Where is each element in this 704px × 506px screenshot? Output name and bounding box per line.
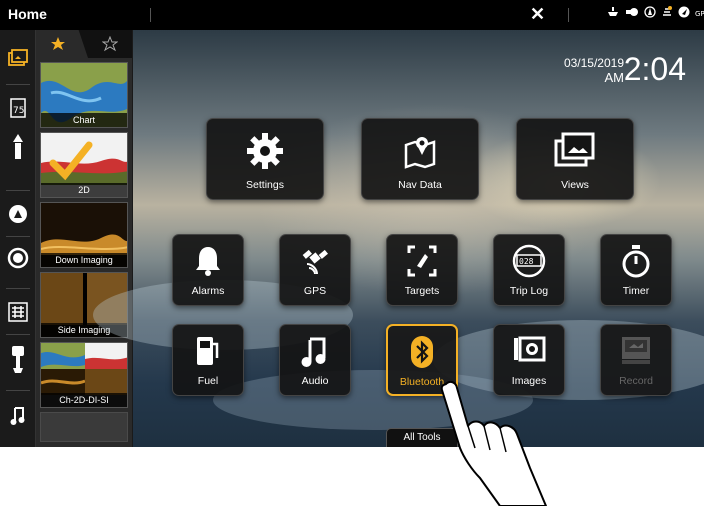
sonar-icon xyxy=(661,6,673,23)
favorite-label: 2D xyxy=(41,183,127,197)
map-pin-icon xyxy=(362,131,478,171)
tile-label: Settings xyxy=(246,179,284,191)
bell-icon xyxy=(173,244,243,278)
alarms-tile[interactable]: Alarms xyxy=(172,234,244,306)
divider xyxy=(150,8,151,22)
favorite-label: Chart xyxy=(41,113,127,127)
settings-tile[interactable]: Settings xyxy=(206,118,324,200)
audio-tile[interactable]: Audio xyxy=(279,324,351,396)
favorite-down-imaging[interactable]: Down Imaging xyxy=(40,202,128,268)
tile-label: GPS xyxy=(303,285,327,297)
favorites-panel: Chart 2D Down Imaging Side Imaging Ch-2D… xyxy=(36,30,132,447)
gear-icon xyxy=(207,131,323,171)
timer-tile[interactable]: Timer xyxy=(600,234,672,306)
gps-tile[interactable]: GPS xyxy=(279,234,351,306)
tab-favorites-1[interactable] xyxy=(36,30,88,58)
divider xyxy=(6,236,30,237)
divider xyxy=(568,8,569,22)
favorite-chart[interactable]: Chart xyxy=(40,62,128,128)
boat-icon xyxy=(606,6,620,23)
status-icons: GPS xyxy=(606,6,704,23)
nav-data-tile[interactable]: Nav Data xyxy=(361,118,479,200)
favorite-label: Down Imaging xyxy=(41,253,127,267)
favorite-empty-slot[interactable] xyxy=(40,412,128,442)
trip-log-tile[interactable]: 028 Trip Log xyxy=(493,234,565,306)
tile-label: Trip Log xyxy=(509,285,549,297)
sailing-icon[interactable] xyxy=(4,200,32,228)
record-screen-icon xyxy=(601,334,671,366)
views-tile[interactable]: Views xyxy=(516,118,634,200)
page-title: Home xyxy=(8,6,47,22)
favorite-combo-view[interactable]: Ch-2D-DI-SI xyxy=(40,342,128,408)
record-circle-icon[interactable] xyxy=(4,244,32,272)
target-boat-icon xyxy=(387,244,457,278)
tile-label: Nav Data xyxy=(398,179,442,191)
views-icon xyxy=(517,131,633,171)
satellite-icon xyxy=(280,244,350,278)
music-note-icon[interactable] xyxy=(4,402,32,430)
radar-icon xyxy=(625,6,639,23)
top-status-bar: Home ✕ GPS xyxy=(0,0,704,30)
views-icon[interactable] xyxy=(4,44,32,72)
svg-text:75: 75 xyxy=(13,106,24,116)
navigation-arrow-icon[interactable] xyxy=(4,134,32,162)
clock-ampm: AM xyxy=(604,70,625,85)
stopwatch-icon xyxy=(601,244,671,278)
record-tile: Record xyxy=(600,324,672,396)
favorites-tabs xyxy=(36,30,132,58)
tile-label: Targets xyxy=(404,285,440,297)
targets-tile[interactable]: Targets xyxy=(386,234,458,306)
clock-date: 03/15/2019 xyxy=(563,56,624,70)
tab-favorites-2[interactable] xyxy=(88,30,132,58)
device-screen: Home ✕ GPS xyxy=(0,0,704,447)
tile-label: Alarms xyxy=(191,285,225,297)
motor-icon[interactable] xyxy=(4,346,32,374)
gps-icon: GPS xyxy=(695,6,704,23)
speed-limit-icon[interactable]: 75 xyxy=(4,94,32,122)
tile-label: Fuel xyxy=(197,375,219,387)
star-filled-icon xyxy=(51,37,65,50)
camera-icon xyxy=(494,334,564,364)
tile-label: Audio xyxy=(301,375,329,387)
music-note-icon xyxy=(280,334,350,370)
x-logo-icon[interactable]: ✕ xyxy=(530,4,545,25)
svg-text:028: 028 xyxy=(519,257,534,266)
tile-label: Timer xyxy=(622,285,650,297)
navigation-icon xyxy=(678,6,690,23)
hand-pointer-icon xyxy=(440,380,547,506)
fuel-pump-icon xyxy=(173,334,243,368)
grid-icon[interactable] xyxy=(4,298,32,326)
compass-icon xyxy=(644,6,656,23)
favorite-2d[interactable]: 2D xyxy=(40,132,128,198)
divider xyxy=(6,288,30,289)
clock-time: 2:04 xyxy=(623,51,686,87)
svg-text:GPS: GPS xyxy=(695,10,704,18)
favorite-label: Ch-2D-DI-SI xyxy=(41,393,127,407)
odometer-icon: 028 xyxy=(494,244,564,278)
left-toolbar: 75 xyxy=(0,30,36,447)
fuel-tile[interactable]: Fuel xyxy=(172,324,244,396)
bluetooth-icon xyxy=(388,335,456,369)
clock: 03/15/2019 AM 2:04 xyxy=(564,51,686,87)
divider xyxy=(6,190,30,191)
star-outline-icon xyxy=(102,36,118,52)
tile-label: Record xyxy=(619,375,653,387)
tile-label: Views xyxy=(561,179,589,191)
divider xyxy=(6,334,30,335)
divider xyxy=(6,390,30,391)
divider xyxy=(6,84,30,85)
